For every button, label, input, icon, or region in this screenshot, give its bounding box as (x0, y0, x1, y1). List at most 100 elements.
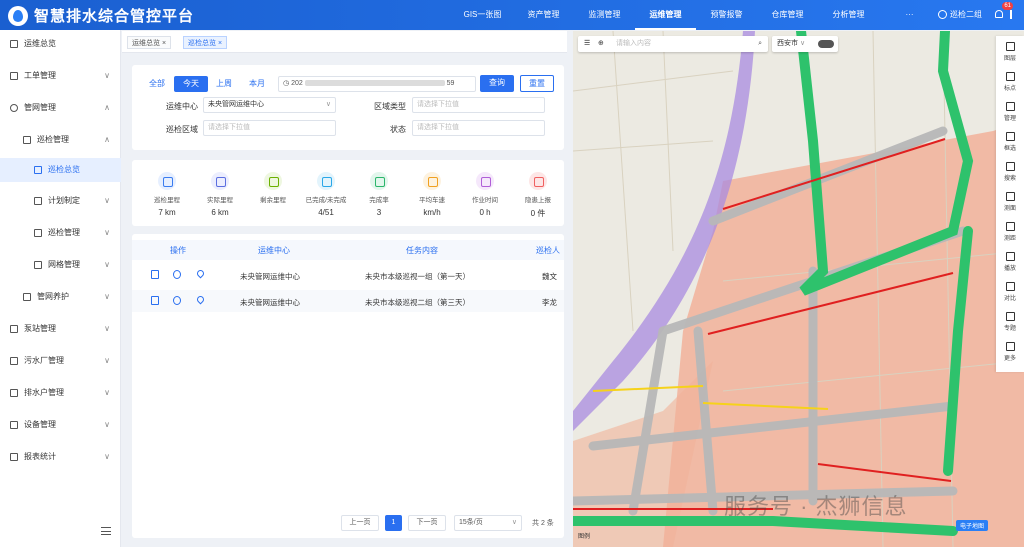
stat-value: 3 (376, 208, 382, 217)
track-icon[interactable] (173, 270, 181, 279)
quick-month-button[interactable]: 本月 (243, 76, 271, 92)
sidebar-item-grid[interactable]: 网格管理 ∨ (0, 253, 121, 277)
water-drop-logo-icon (8, 5, 28, 26)
map-tool[interactable]: 播放 (996, 252, 1024, 272)
quick-all-button[interactable]: 全部 (143, 76, 171, 92)
detail-icon[interactable] (151, 270, 159, 279)
bell-icon[interactable] (994, 9, 1004, 20)
globe-icon[interactable]: ⊕ (598, 36, 604, 52)
map-search-bar[interactable]: ☰ ⊕ 请输入内容 ⌕ (578, 36, 768, 52)
map-tool[interactable]: 框选 (996, 132, 1024, 152)
map-tool[interactable]: 更多 (996, 342, 1024, 362)
map-view[interactable] (573, 31, 1024, 547)
map-tool[interactable]: 测距 (996, 222, 1024, 242)
stat-item: 隐患上报 0 件 (513, 172, 563, 219)
device-icon (10, 421, 18, 429)
sidebar-item-plan[interactable]: 计划制定 ∨ (0, 189, 121, 213)
sidebar-item-pump[interactable]: 泵站管理 ∨ (0, 317, 121, 341)
map-toolbar: 图层标点管理框选搜索测面测距播放对比专题更多 (996, 36, 1024, 372)
track-icon[interactable] (173, 296, 181, 305)
sidebar-item-maintenance[interactable]: 管网养护 ∨ (0, 285, 121, 309)
map-tool[interactable]: 管理 (996, 102, 1024, 122)
close-icon[interactable]: × (218, 40, 222, 47)
nav-item-warehouse[interactable]: 仓库管理 (757, 0, 818, 30)
chevron-up-icon: ∧ (104, 135, 110, 144)
map-tool[interactable]: 搜索 (996, 162, 1024, 182)
user-name: 巡检二组 (950, 10, 982, 19)
map-tool[interactable]: 图层 (996, 42, 1024, 62)
calendar-icon: ◷ (283, 80, 290, 87)
nav-item-alarms[interactable]: 预警报警 (696, 0, 757, 30)
stat-label: 已完成/未完成 (305, 197, 347, 204)
sidebar-item-inspection-manage[interactable]: 巡检管理 ∨ (0, 221, 121, 245)
chevron-down-icon: ∨ (104, 420, 110, 429)
nav-item-monitoring[interactable]: 监测管理 (574, 0, 635, 30)
detail-icon[interactable] (151, 296, 159, 305)
tool-icon (1005, 252, 1015, 261)
tab-inspection-overview[interactable]: 巡检总览 × (183, 36, 228, 49)
page-1-button[interactable]: 1 (385, 515, 402, 531)
stat-icon (370, 172, 388, 190)
date-start: 202 (291, 80, 303, 87)
stat-icon (476, 172, 494, 190)
sidebar-item-inspection[interactable]: 巡检管理 ∧ (0, 128, 121, 152)
reset-button[interactable]: 重置 (520, 75, 554, 92)
user-menu[interactable]: 巡检二组 (938, 9, 982, 20)
search-icon[interactable]: ⌕ (758, 36, 762, 52)
main-nav: GIS一张图 资产管理 监测管理 运维管理 预警报警 仓库管理 分析管理 ··· (452, 0, 940, 30)
chevron-up-icon: ∧ (104, 103, 110, 112)
center-select[interactable]: 未央管网运维中心 ∨ (203, 97, 336, 113)
tool-icon (1005, 192, 1015, 201)
sidebar-item-plant[interactable]: 污水厂管理 ∨ (0, 349, 121, 373)
nav-item-operations[interactable]: 运维管理 (635, 0, 696, 30)
map-tool[interactable]: 测面 (996, 192, 1024, 212)
sidebar-item-reports[interactable]: 报表统计 ∨ (0, 445, 121, 469)
stat-value: 7 km (158, 208, 176, 217)
sidebar-item-inspection-overview[interactable]: 巡检总览 (0, 158, 121, 182)
map-tool[interactable]: 标点 (996, 72, 1024, 92)
inspection-icon (23, 136, 31, 144)
chevron-down-icon: ∨ (104, 228, 110, 237)
sidebar-item-household[interactable]: 排水户管理 ∨ (0, 381, 121, 405)
date-range-input[interactable]: ◷ 202 59 (278, 76, 476, 92)
stat-item: 巡检里程 7 km (142, 172, 192, 217)
area-type-select[interactable]: 请选择下拉值 (412, 97, 545, 113)
tool-icon (1005, 102, 1015, 111)
page-size-select[interactable]: 15条/页 ∨ (454, 515, 522, 531)
menu-icon[interactable] (1010, 10, 1018, 19)
sidebar-item-label: 报表统计 (24, 452, 56, 461)
map-type-badge[interactable]: 电子地图 (956, 520, 989, 531)
nav-item-assets[interactable]: 资产管理 (513, 0, 574, 30)
nav-item-gis[interactable]: GIS一张图 (452, 0, 513, 30)
nav-item-analysis[interactable]: 分析管理 (818, 0, 879, 30)
city-select[interactable]: 西安市 ∨ (772, 36, 838, 52)
toggle-switch[interactable] (818, 40, 834, 48)
nav-item-more[interactable]: ··· (879, 0, 940, 30)
collapse-menu-icon[interactable] (101, 527, 111, 535)
quick-last-week-button[interactable]: 上周 (210, 76, 238, 92)
list-icon[interactable]: ☰ (584, 36, 590, 52)
sidebar-item-label: 设备管理 (24, 420, 56, 429)
sidebar-item-label: 网格管理 (48, 260, 80, 269)
sidebar-item-network[interactable]: 管网管理 ∧ (0, 96, 121, 120)
map-tool[interactable]: 对比 (996, 282, 1024, 302)
area-select[interactable]: 请选择下拉值 (203, 120, 336, 136)
stat-label: 平均车速 (419, 197, 445, 204)
top-bar: 智慧排水综合管控平台 GIS一张图 资产管理 监测管理 运维管理 预警报警 仓库… (0, 0, 1024, 30)
search-button[interactable]: 查询 (480, 75, 514, 92)
map-tool[interactable]: 专题 (996, 312, 1024, 332)
quick-today-button[interactable]: 今天 (174, 76, 208, 92)
status-placeholder: 请选择下拉值 (417, 124, 459, 131)
prev-page-button[interactable]: 上一页 (341, 515, 379, 531)
sidebar-item-devices[interactable]: 设备管理 ∨ (0, 413, 121, 437)
status-select[interactable]: 请选择下拉值 (412, 120, 545, 136)
tool-icon (1005, 222, 1015, 231)
sidebar-item-workorders[interactable]: 工单管理 ∨ (0, 64, 121, 88)
chevron-down-icon: ∨ (104, 196, 110, 205)
tab-ops-overview[interactable]: 运维总览 × (127, 36, 172, 49)
sidebar-item-ops-overview[interactable]: 运维总览 (0, 32, 121, 56)
tool-icon (1005, 132, 1015, 141)
stat-label: 作业时间 (472, 197, 498, 204)
close-icon[interactable]: × (162, 40, 166, 47)
next-page-button[interactable]: 下一页 (408, 515, 446, 531)
